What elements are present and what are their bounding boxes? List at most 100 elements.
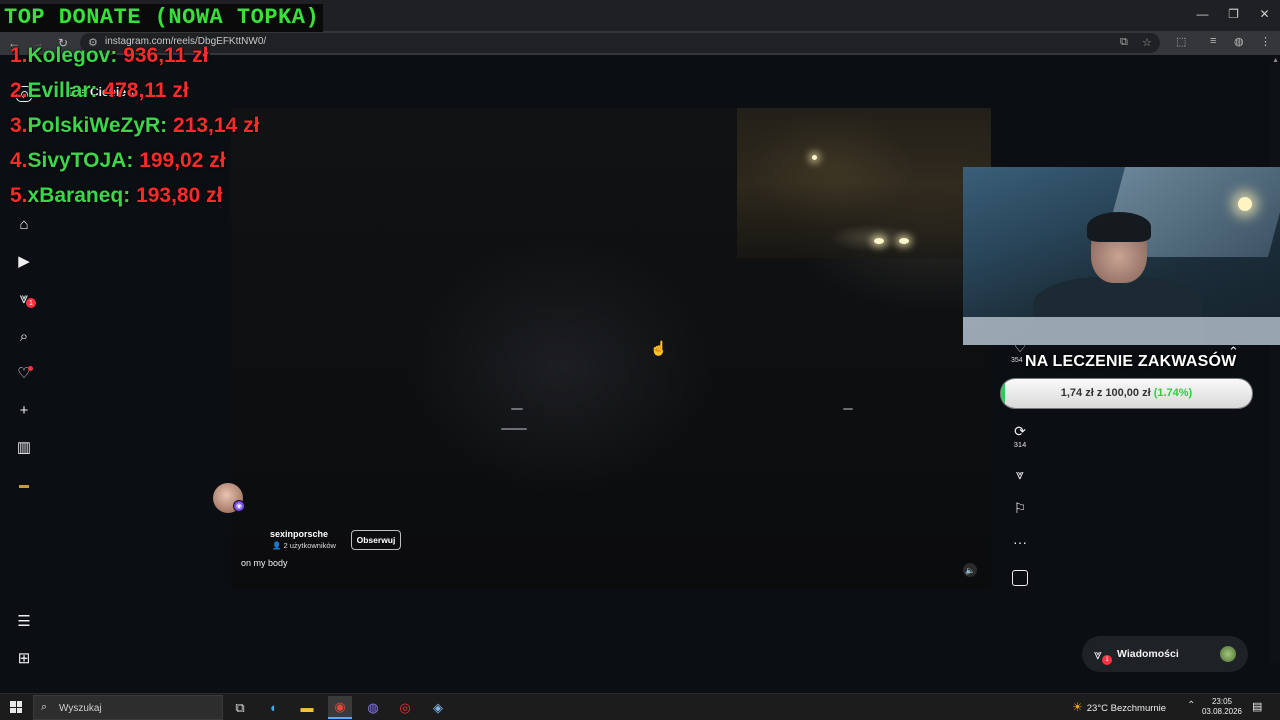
top-donate-title: TOP DONATE (NOWA TOPKA) [0, 4, 324, 32]
reel-background-building [737, 108, 991, 258]
donor-row: 5.xBaraneq: 193,80 zł [10, 184, 222, 208]
goal-progress-bar: 1,74 zł z 100,00 zł (1.74%) [1001, 379, 1252, 408]
collab-users[interactable]: 👤 2 użytkowników [272, 541, 336, 550]
reel-light [812, 155, 817, 160]
person-icon: 👤 [272, 541, 282, 550]
cast-icon[interactable]: ⧉ [1120, 36, 1128, 49]
close-button[interactable]: ✕ [1249, 0, 1280, 28]
notifications-dot [28, 366, 33, 371]
obs-icon[interactable]: ◎ [393, 696, 417, 719]
extensions-icon[interactable]: ⬚ [1176, 35, 1186, 48]
goal-progress-text: 1,74 zł z 100,00 zł (1.74%) [1001, 387, 1252, 399]
collab-badge-icon: ◉ [233, 500, 245, 512]
scroll-up-icon[interactable]: ▲ [1272, 57, 1279, 64]
repost-button[interactable]: ⟳ 314 [1008, 423, 1032, 449]
edge-icon[interactable]: ◐ [262, 696, 286, 719]
search-icon[interactable]: ⌕ [14, 326, 34, 346]
messages-avatar [1220, 646, 1236, 662]
chrome-icon[interactable]: ◉ [328, 696, 352, 719]
donor-amount: 936,11 zł [123, 44, 209, 67]
messages-badge: 1 [1102, 655, 1112, 665]
goal-amount: 1,74 zł z 100,00 zł [1060, 387, 1151, 399]
reel-caption: on my body [241, 558, 288, 568]
reel-video[interactable] [231, 108, 991, 590]
clock[interactable]: 23:05 03.08.2026 [1200, 697, 1244, 717]
search-icon: ⌕ [41, 701, 48, 713]
windows-start-icon[interactable] [10, 701, 22, 713]
donor-rank: 1. [10, 44, 28, 67]
notification-center-icon[interactable]: ▤ [1252, 700, 1262, 713]
share-button[interactable]: ⩔ [1008, 466, 1032, 482]
steam-icon[interactable]: ◈ [426, 696, 450, 719]
webcam-desk [963, 317, 1280, 345]
more-menu-icon[interactable]: ☰ [14, 611, 34, 631]
collab-users-label: 2 użytkowników [283, 541, 336, 550]
messenger-icon: ⩔ [1094, 646, 1102, 662]
screen: — ❐ ✕ ← → ↻ ⚙ instagram.com/reels/DbgEFK… [0, 0, 1280, 720]
clock-date: 03.08.2026 [1201, 707, 1243, 716]
donor-row: 2.Evillar: 478,11 zł [10, 79, 189, 103]
direct-messages-badge: 1 [26, 298, 36, 308]
weather-widget[interactable]: ☀ 23°C Bezchmurnie [1072, 700, 1166, 714]
donor-rank: 5. [10, 184, 28, 207]
home-icon[interactable]: ⌂ [14, 214, 34, 234]
weather-sun-icon: ☀ [1072, 700, 1083, 714]
donor-row: 3.PolskiWeZyR: 213,14 zł [10, 114, 259, 138]
more-options-button[interactable]: ··· [1008, 534, 1032, 550]
donor-row: 4.SivyTOJA: 199,02 zł [10, 149, 226, 173]
donor-rank: 3. [10, 114, 28, 137]
restore-button[interactable]: ❐ [1218, 0, 1249, 28]
goal-percent: (1.74%) [1153, 387, 1193, 399]
audio-thumbnail-icon[interactable] [1012, 570, 1028, 586]
media-controls-icon[interactable]: ≡ [1210, 35, 1216, 47]
reel-glint [511, 408, 523, 410]
discord-icon[interactable]: ◍ [361, 696, 385, 719]
donor-name: Evillar: [27, 79, 98, 102]
profile-thumbnail-icon[interactable]: ▬ [14, 475, 34, 495]
save-button[interactable]: ⚐ [1008, 500, 1032, 516]
donor-amount: 478,11 zł [103, 79, 189, 102]
reel-headlight [874, 238, 884, 244]
repost-icon: ⟳ [1014, 423, 1026, 439]
clock-time: 23:05 [1211, 697, 1233, 706]
donor-rank: 2. [10, 79, 28, 102]
donor-amount: 193,80 zł [136, 184, 223, 207]
donor-name: xBaraneq: [27, 184, 131, 207]
window-controls: — ❐ ✕ [1187, 0, 1280, 28]
browser-menu-icon[interactable]: ⋮ [1260, 35, 1271, 48]
weather-text: 23°C Bezchmurnie [1086, 703, 1167, 714]
messages-label: Wiadomości [1117, 648, 1179, 660]
file-explorer-icon[interactable]: ▬ [295, 696, 319, 719]
create-plus-icon[interactable]: + [14, 400, 34, 420]
more-dots-icon: ··· [1013, 534, 1027, 550]
webcam-person-cap [1087, 212, 1151, 242]
reel-headlight [899, 238, 909, 244]
reels-icon[interactable]: ▶ [14, 251, 34, 271]
follow-button[interactable]: Obserwuj [351, 530, 401, 550]
task-view-icon[interactable]: ⧉ [228, 696, 252, 719]
profile-avatar-icon[interactable]: ◍ [1234, 35, 1244, 48]
donor-row: 1.Kolegov: 936,11 zł [10, 44, 208, 68]
apps-grid-icon[interactable]: ⊞ [14, 648, 34, 668]
reel-glint [501, 428, 527, 430]
minimize-button[interactable]: — [1187, 0, 1218, 28]
hand-cursor-icon: ☝ [650, 340, 668, 356]
taskbar-search-placeholder: Wyszukaj [59, 703, 102, 714]
address-bar[interactable]: ⚙ instagram.com/reels/DbgEFKttNW0/ ⧉ ☆ [80, 33, 1160, 53]
volume-icon[interactable]: 🔈 [963, 563, 977, 577]
windows-taskbar: ⌕ Wyszukaj ⧉ ◐ ▬ ◉ ◍ ◎ ◈ ☀ 23°C Bezchmurn… [0, 693, 1280, 720]
creator-username[interactable]: sexinporsche [270, 529, 328, 539]
bookmark-star-icon[interactable]: ☆ [1142, 36, 1152, 49]
taskbar-search[interactable]: ⌕ Wyszukaj [33, 695, 223, 720]
webcam-lamp [1238, 197, 1252, 211]
page-scrollbar[interactable] [1271, 63, 1280, 663]
repost-count: 314 [1013, 440, 1027, 449]
messages-button[interactable]: ⩔ 1 Wiadomości [1082, 636, 1248, 672]
webcam-feed [963, 167, 1280, 345]
donor-name: SivyTOJA: [27, 149, 134, 172]
tray-expand-icon[interactable]: ⌃ [1187, 700, 1195, 711]
bookmark-icon: ⚐ [1013, 500, 1027, 516]
donor-amount: 199,02 zł [139, 149, 226, 172]
donor-rank: 4. [10, 149, 28, 172]
dashboard-icon[interactable]: ▥ [14, 437, 34, 457]
